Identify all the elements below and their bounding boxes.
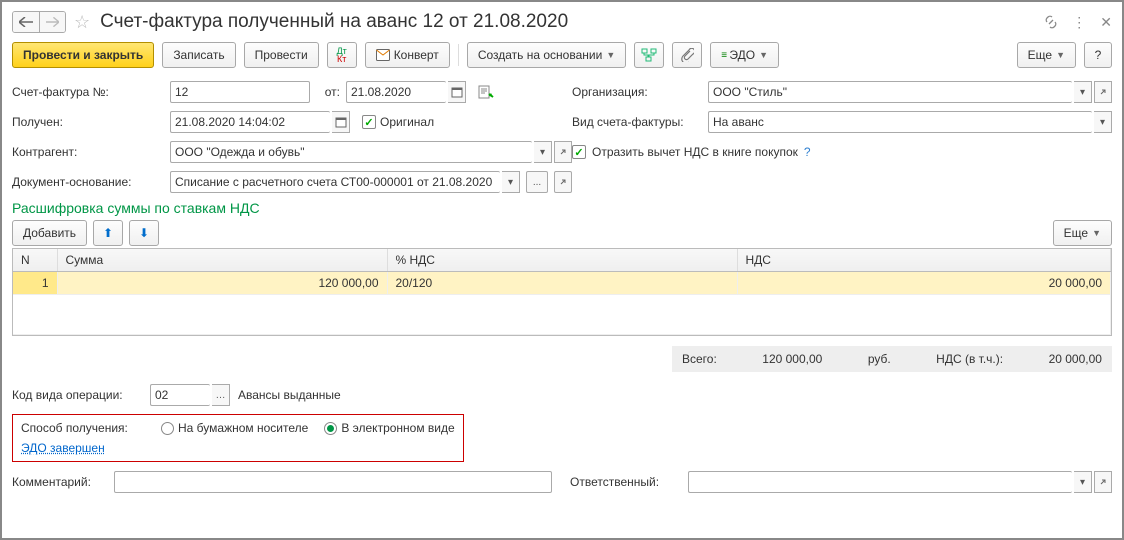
basis-open-icon[interactable] — [554, 171, 572, 193]
kind-dropdown-icon[interactable]: ▾ — [1094, 111, 1112, 133]
col-sum[interactable]: Сумма — [57, 249, 387, 272]
delivery-highlight: Способ получения: На бумажном носителе В… — [12, 414, 464, 462]
total-value: 120 000,00 — [762, 352, 822, 366]
date-input[interactable] — [346, 81, 446, 103]
opcode-label: Код вида операции: — [12, 388, 142, 402]
received-calendar-icon[interactable] — [332, 111, 350, 133]
total-label: Всего: — [682, 352, 717, 366]
new-doc-icon[interactable] — [478, 85, 494, 99]
contractor-open-icon[interactable] — [554, 141, 572, 163]
radio-off-icon — [161, 422, 174, 435]
delivery-paper-radio[interactable]: На бумажном носителе — [161, 421, 308, 435]
col-vat[interactable]: НДС — [737, 249, 1111, 272]
convert-label: Конверт — [394, 48, 439, 62]
table-row[interactable]: 1 120 000,00 20/120 20 000,00 — [13, 272, 1111, 295]
comment-label: Комментарий: — [12, 475, 108, 489]
responsible-label: Ответственный: — [570, 475, 682, 489]
attach-button[interactable] — [672, 42, 702, 68]
org-input[interactable] — [708, 81, 1072, 103]
vat-value: 20 000,00 — [1049, 352, 1102, 366]
move-up-button[interactable]: ⬆ — [93, 220, 123, 246]
cell-sum[interactable]: 120 000,00 — [57, 272, 387, 295]
create-basis-button[interactable]: Создать на основании▼ — [467, 42, 626, 68]
comment-input[interactable] — [114, 471, 552, 493]
basis-dropdown-icon[interactable]: ▾ — [502, 171, 520, 193]
kind-input[interactable] — [708, 111, 1092, 133]
edo-status-link[interactable]: ЭДО завершен — [21, 441, 455, 455]
total-currency: руб. — [868, 352, 891, 366]
contractor-label: Контрагент: — [12, 145, 164, 159]
post-button[interactable]: Провести — [244, 42, 319, 68]
cell-vat[interactable]: 20 000,00 — [737, 272, 1111, 295]
opcode-input[interactable] — [150, 384, 210, 406]
nav-back-button[interactable] — [13, 12, 39, 32]
col-n[interactable]: N — [13, 249, 57, 272]
kind-label: Вид счета-фактуры: — [572, 115, 702, 129]
responsible-open-icon[interactable] — [1094, 471, 1112, 493]
convert-button[interactable]: Конверт — [365, 42, 450, 68]
contractor-input[interactable] — [170, 141, 532, 163]
cell-n: 1 — [13, 272, 57, 295]
date-from-label: от: — [316, 85, 340, 99]
org-dropdown-icon[interactable]: ▾ — [1074, 81, 1092, 103]
reflect-label: Отразить вычет НДС в книге покупок — [592, 145, 798, 159]
received-input[interactable] — [170, 111, 330, 133]
help-button[interactable]: ? — [1084, 42, 1112, 68]
calendar-icon[interactable] — [448, 81, 466, 103]
opcode-text: Авансы выданные — [238, 388, 341, 402]
close-icon[interactable]: ✕ — [1100, 14, 1112, 31]
edo-icon: ≡ — [721, 50, 726, 61]
received-label: Получен: — [12, 115, 164, 129]
section-title: Расшифровка суммы по ставкам НДС — [12, 200, 1112, 216]
basis-label: Документ-основание: — [12, 175, 164, 189]
contractor-dropdown-icon[interactable]: ▾ — [534, 141, 552, 163]
number-label: Счет-фактура №: — [12, 85, 164, 99]
basis-input[interactable] — [170, 171, 500, 193]
page-title: Счет-фактура полученный на аванс 12 от 2… — [100, 11, 568, 33]
col-rate[interactable]: % НДС — [387, 249, 737, 272]
save-button[interactable]: Записать — [162, 42, 235, 68]
more-icon[interactable]: ⋮ — [1072, 14, 1086, 31]
reflect-checkbox[interactable]: ✓ — [572, 145, 586, 159]
grid-more-button[interactable]: Еще▼ — [1053, 220, 1112, 246]
edo-button[interactable]: ≡ ЭДО▼ — [710, 42, 779, 68]
totals-bar: Всего: 120 000,00 руб. НДС (в т.ч.): 20 … — [672, 346, 1112, 372]
original-label: Оригинал — [380, 115, 434, 129]
basis-more-button[interactable]: ... — [526, 171, 548, 193]
more-menu-button[interactable]: Еще▼ — [1017, 42, 1076, 68]
radio-on-icon — [324, 422, 337, 435]
responsible-input[interactable] — [688, 471, 1072, 493]
org-open-icon[interactable] — [1094, 81, 1112, 103]
link-icon[interactable] — [1044, 15, 1058, 29]
vat-label: НДС (в т.ч.): — [936, 352, 1003, 366]
delivery-electronic-radio[interactable]: В электронном виде — [324, 421, 454, 435]
delivery-label: Способ получения: — [21, 421, 145, 435]
move-down-button[interactable]: ⬇ — [129, 220, 159, 246]
reflect-help-icon[interactable]: ? — [804, 145, 811, 159]
structure-button[interactable] — [634, 42, 664, 68]
nav-forward-button[interactable] — [39, 12, 65, 32]
number-input[interactable] — [170, 81, 310, 103]
post-close-button[interactable]: Провести и закрыть — [12, 42, 154, 68]
favorite-icon[interactable]: ☆ — [74, 12, 90, 33]
add-row-button[interactable]: Добавить — [12, 220, 87, 246]
opcode-picker-icon[interactable]: … — [212, 384, 230, 406]
cell-rate[interactable]: 20/120 — [387, 272, 737, 295]
org-label: Организация: — [572, 85, 702, 99]
dtkt-button[interactable]: ДтКт — [327, 42, 357, 68]
original-checkbox[interactable]: ✓ — [362, 115, 376, 129]
responsible-dropdown-icon[interactable]: ▾ — [1074, 471, 1092, 493]
vat-grid[interactable]: N Сумма % НДС НДС 1 120 000,00 20/120 20… — [12, 248, 1112, 336]
